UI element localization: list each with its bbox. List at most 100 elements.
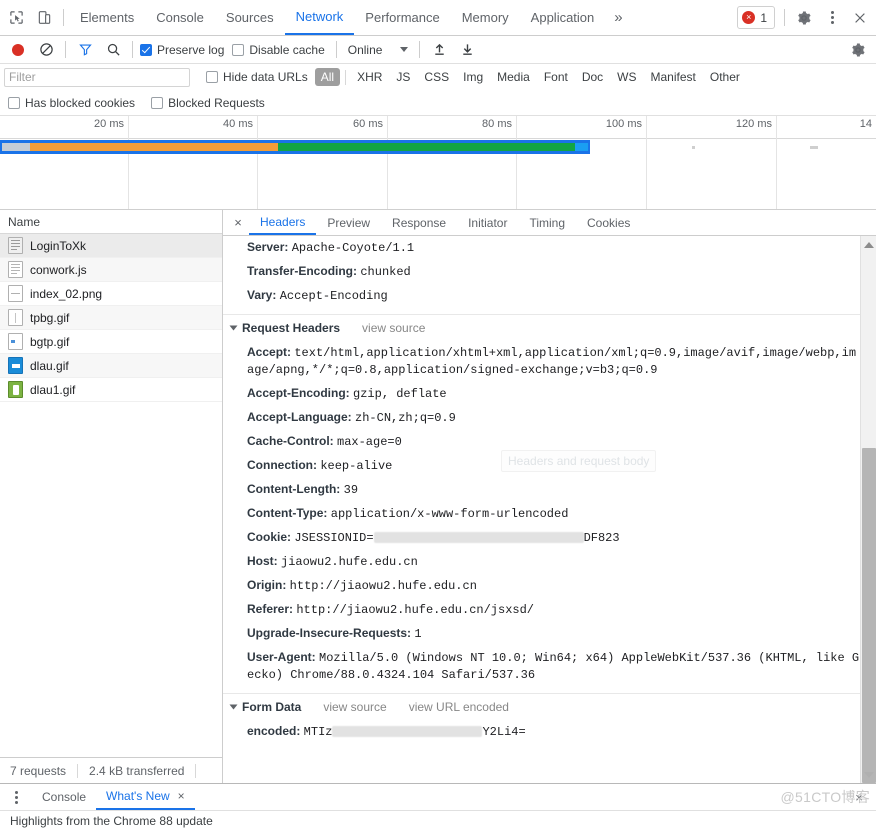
filter-type-ws[interactable]: WS (611, 68, 642, 86)
header-value: Apache-Coyote/1.1 (291, 241, 415, 255)
filter-input[interactable] (4, 67, 190, 87)
drawer-tab-console[interactable]: Console (32, 784, 96, 810)
close-tab-icon[interactable]: × (178, 789, 185, 803)
filter-type-xhr[interactable]: XHR (351, 68, 388, 86)
section-link[interactable]: view source (323, 700, 386, 714)
has-blocked-cookies-checkbox[interactable]: Has blocked cookies (6, 96, 141, 110)
tab-console[interactable]: Console (145, 0, 215, 35)
status-separator (77, 763, 79, 778)
header-value: Mozilla/5.0 (Windows NT 10.0; Win64; x64… (247, 651, 860, 682)
request-header-line: Upgrade-Insecure-Requests: 1 (223, 622, 876, 646)
record-button[interactable] (4, 36, 32, 64)
detail-tab-initiator[interactable]: Initiator (457, 210, 518, 235)
detail-tabbar: × Headers Preview Response Initiator Tim… (223, 210, 876, 236)
detail-tab-preview[interactable]: Preview (316, 210, 381, 235)
scroll-down-button[interactable] (861, 766, 876, 783)
drawer-menu-kebab-icon[interactable] (6, 790, 26, 804)
filter-type-font[interactable]: Font (538, 68, 574, 86)
request-header-line: Connection: keep-alive (223, 454, 876, 478)
image-icon (8, 285, 23, 302)
detail-tab-response[interactable]: Response (381, 210, 457, 235)
hide-data-urls-checkbox[interactable]: Hide data URLs (204, 70, 314, 84)
disable-cache-label: Disable cache (249, 42, 325, 57)
request-row[interactable]: tpbg.gif (0, 306, 222, 330)
filter-type-all[interactable]: All (314, 68, 341, 86)
tab-memory[interactable]: Memory (451, 0, 520, 35)
disable-cache-checkbox[interactable]: Disable cache (230, 43, 330, 57)
settings-gear-icon[interactable] (790, 4, 818, 32)
filter-type-media[interactable]: Media (491, 68, 536, 86)
tab-performance[interactable]: Performance (354, 0, 450, 35)
chevron-down-icon (400, 47, 409, 52)
tab-elements[interactable]: Elements (69, 0, 145, 35)
request-row[interactable]: dlau.gif (0, 354, 222, 378)
export-har-button[interactable] (453, 36, 481, 64)
close-drawer-button[interactable]: × (850, 788, 868, 806)
detail-tab-cookies[interactable]: Cookies (576, 210, 641, 235)
request-row[interactable]: conwork.js (0, 258, 222, 282)
blocked-requests-checkbox[interactable]: Blocked Requests (149, 96, 271, 110)
detail-tab-timing[interactable]: Timing (518, 210, 576, 235)
section-link[interactable]: view URL encoded (409, 700, 509, 714)
tab-network[interactable]: Network (284, 0, 355, 35)
close-detail-button[interactable]: × (227, 212, 249, 234)
scroll-up-button[interactable] (861, 236, 876, 253)
form-data-section-header[interactable]: Form Data view source view URL encoded (223, 694, 876, 720)
request-list-header[interactable]: Name (0, 210, 222, 234)
document-icon (8, 237, 23, 254)
drawer-tab-whats-new[interactable]: What's New × (96, 784, 195, 810)
request-row[interactable]: bgtp.gif (0, 330, 222, 354)
header-value-suffix: Y2Li4= (482, 725, 526, 739)
main-tabbar: Elements Console Sources Network Perform… (0, 0, 876, 36)
network-split-view: Name LoginToXk conwork.js index_02.png tpbg… (0, 210, 876, 783)
preserve-log-checkbox[interactable]: Preserve log (138, 43, 230, 57)
tab-application[interactable]: Application (520, 0, 606, 35)
request-row[interactable]: index_02.png (0, 282, 222, 306)
network-overview-timeline[interactable]: 20 ms 40 ms 60 ms 80 ms 100 ms 120 ms 14 (0, 116, 876, 210)
header-value: text/html,application/xhtml+xml,applicat… (247, 346, 857, 377)
header-value-prefix: MTIz (303, 725, 333, 739)
detail-tab-headers[interactable]: Headers (249, 210, 317, 235)
response-header-line: Transfer-Encoding: chunked (223, 260, 876, 284)
image-icon (8, 333, 23, 350)
close-devtools-button[interactable] (846, 4, 874, 32)
more-tabs-icon[interactable]: » (605, 9, 631, 26)
filter-type-manifest[interactable]: Manifest (645, 68, 702, 86)
error-count-badge[interactable]: × 1 (737, 6, 775, 29)
filter-type-other[interactable]: Other (704, 68, 746, 86)
header-name: Accept-Encoding: (247, 386, 354, 400)
filter-type-img[interactable]: Img (457, 68, 489, 86)
import-har-button[interactable] (425, 36, 453, 64)
filter-type-js[interactable]: JS (390, 68, 416, 86)
filter-type-css[interactable]: CSS (418, 68, 455, 86)
search-button[interactable] (99, 36, 127, 64)
header-name: Upgrade-Insecure-Requests: (247, 626, 415, 640)
filter-type-doc[interactable]: Doc (576, 68, 609, 86)
inspect-element-icon[interactable] (2, 4, 30, 32)
detail-vertical-scrollbar[interactable] (860, 236, 876, 783)
timeline-tick-label: 60 ms (353, 118, 383, 130)
request-rows-container: LoginToXk conwork.js index_02.png tpbg.gif b… (0, 234, 222, 402)
header-name: Host: (247, 554, 281, 568)
clear-button[interactable] (32, 36, 60, 64)
section-link[interactable]: view source (362, 321, 425, 335)
scrollbar-thumb[interactable] (862, 448, 876, 783)
main-menu-kebab-icon[interactable] (818, 4, 846, 32)
headers-scroll-area[interactable]: Server: Apache-Coyote/1.1 Transfer-Encodi… (223, 236, 876, 783)
timeline-tick-label: 100 ms (605, 118, 642, 130)
request-headers-section-header[interactable]: Request Headers view source (223, 315, 876, 341)
request-row[interactable]: dlau1.gif (0, 378, 222, 402)
filter-toggle-button[interactable] (71, 36, 99, 64)
network-throttling-select[interactable]: Online (342, 43, 415, 57)
toggle-device-toolbar-icon[interactable] (30, 4, 58, 32)
tab-label: Application (530, 10, 595, 25)
redacted-value (332, 726, 483, 738)
tab-sources[interactable]: Sources (215, 0, 285, 35)
toolbar-separator-3 (335, 41, 337, 58)
request-header-line: Origin: http://jiaowu2.hufe.edu.cn (223, 574, 876, 598)
request-row[interactable]: LoginToXk (0, 234, 222, 258)
network-settings-button[interactable] (844, 36, 872, 64)
timeline-marker-dot (810, 146, 818, 149)
requests-count-label: 7 requests (10, 763, 67, 778)
response-header-line: Server: Apache-Coyote/1.1 (223, 236, 876, 260)
